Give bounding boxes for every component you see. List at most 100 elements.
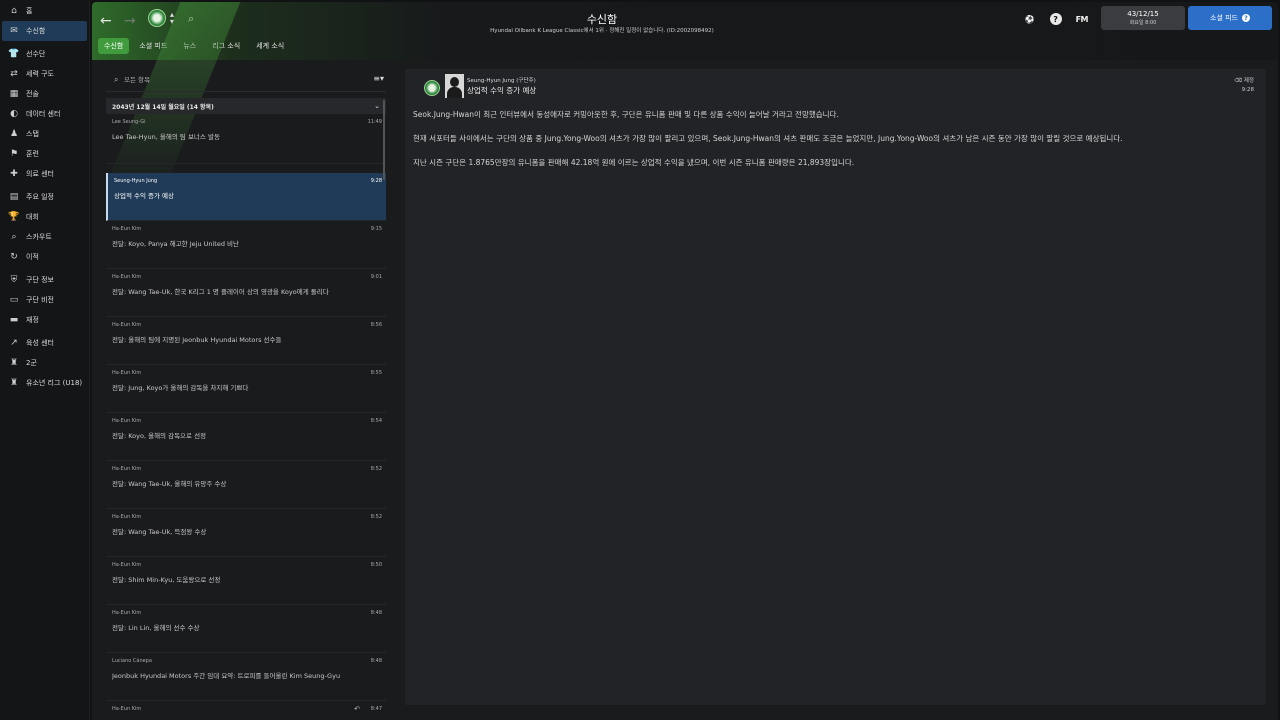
- date-group-header[interactable]: 2043년 12월 14일 월요일 (14 항목) ⌄: [106, 98, 386, 114]
- message-subject: 전달: Jung, Koyo가 올해의 감독을 차지해 기쁘다: [112, 384, 249, 392]
- sidebar: ⌂ 홈 ✉ 수신함 👕 선수단 ⇄ 세력 구도 ▦ 전술 ◐ 데이터 센터 ♟ 스탭 ⚑ 훈련 ✚ 의료 센터 ▤ 주…: [0, 0, 90, 720]
- reply-icon: ↶: [354, 705, 360, 713]
- social-feed-label: 소셜 피드: [1210, 14, 1238, 22]
- message-sender: Ha-Eun Kim: [112, 466, 142, 472]
- message-time: 8:50: [370, 562, 382, 568]
- sidebar-item[interactable]: ◐ 데이터 센터: [0, 104, 89, 124]
- sidebar-item-label: 재정: [26, 316, 39, 324]
- message-detail: Seung-Hyun Jung (구단주) 상업적 수익 증가 예상 ⌫ 제정 …: [405, 69, 1266, 705]
- sidebar-item[interactable]: ↗ 육성 센터: [0, 333, 89, 353]
- message-list-item[interactable]: Lee Seung-Gi 11:49 Lee Tae-Hyun, 올해의 팀 보너스…: [106, 114, 386, 164]
- medical-icon: ✚: [10, 169, 18, 179]
- inbox-list: ⌕ ≡▾ 2043년 12월 14일 월요일 (14 항목) ⌄ Lee Seu…: [106, 68, 386, 720]
- data-icon: ◐: [10, 109, 18, 119]
- body-paragraph: 지난 시즌 구단은 1.8765만장의 유니폼을 판매해 42.18억 원에 이…: [413, 158, 855, 167]
- tab[interactable]: 뉴스: [177, 38, 202, 54]
- social-feed-button[interactable]: 소셜 피드 ?: [1188, 6, 1272, 30]
- message-time: 8:48: [370, 610, 382, 616]
- message-time: 9:28: [1241, 87, 1254, 93]
- clipboard-icon: ▦: [9, 89, 19, 99]
- staff-icon: ♟: [9, 129, 19, 139]
- tab[interactable]: 리그 소식: [206, 38, 246, 54]
- message-list: Lee Seung-Gi 11:49 Lee Tae-Hyun, 올해의 팀 보너스…: [106, 114, 386, 720]
- inbox-tabs: 수신함 소셜 피드 뉴스 리그 소식 세계 소식: [98, 38, 290, 54]
- sidebar-item-label: 스카우트: [26, 233, 52, 241]
- sidebar-item[interactable]: ♜ 유소년 리그 (U18): [0, 373, 89, 393]
- sidebar-item[interactable]: ⇄ 세력 구도: [0, 64, 89, 84]
- sidebar-item-label: 세력 구도: [26, 70, 54, 78]
- tab[interactable]: 세계 소식: [250, 38, 290, 54]
- sidebar-item[interactable]: ⌂ 홈: [0, 1, 89, 21]
- message-subject: 전달: Koyo, 올해의 감독으로 선정: [112, 432, 207, 440]
- message-time: 8:47: [370, 706, 382, 712]
- message-list-item[interactable]: Ha-Eun Kim 8:54 전달: Koyo, 올해의 감독으로 선정: [106, 413, 386, 461]
- sender-avatar[interactable]: [445, 74, 464, 98]
- message-sender: Ha-Eun Kim: [112, 514, 142, 520]
- sidebar-item-label: 의료 센터: [26, 170, 54, 178]
- sidebar-item[interactable]: ▤ 주요 일정: [0, 187, 89, 207]
- sidebar-item[interactable]: ▦ 전술: [0, 84, 89, 104]
- message-time: 11:49: [367, 119, 382, 125]
- calendar-icon: ▤: [9, 192, 19, 202]
- message-sender: Ha-Eun Kim: [112, 610, 142, 616]
- message-sender: Ha-Eun Kim: [112, 418, 142, 424]
- date-box[interactable]: 43/12/15 화요일 8:00: [1101, 6, 1185, 30]
- chevron-down-icon[interactable]: ⌄: [374, 102, 380, 110]
- message-sender: Ha-Eun Kim: [112, 562, 142, 568]
- vision-icon: ▭: [9, 295, 19, 305]
- development-icon: ↗: [10, 338, 18, 348]
- page-subtitle: Hyundai Oilbank K League Classic에서 1위 · …: [490, 28, 714, 34]
- sidebar-item[interactable]: ↻ 이적: [0, 247, 89, 267]
- message-sender[interactable]: Seung-Hyun Jung (구단주): [467, 76, 536, 84]
- header: ← → ▴ ▾ ⌕ 수신함 Hyundai Oilbank K League Cl…: [92, 2, 1278, 60]
- fm-logo[interactable]: FM: [1076, 15, 1089, 24]
- message-list-item[interactable]: Ha-Eun Kim 9:15 전달: Koyo, Panya 해고한 Jeju U…: [106, 221, 386, 269]
- message-list-item[interactable]: Seung-Hyun Jung 9:28 상업적 수익 증가 예상: [106, 173, 386, 221]
- delete-button[interactable]: ⌫ 제정: [1234, 76, 1254, 84]
- message-list-item[interactable]: Ha-Eun Kim 8:55 전달: Jung, Koyo가 올해의 감독을 차지…: [106, 365, 386, 413]
- scout-icon: ⌕: [11, 232, 17, 242]
- sidebar-item[interactable]: ⌕ 스카우트: [0, 227, 89, 247]
- sidebar-item[interactable]: ✚ 의료 센터: [0, 164, 89, 184]
- message-time: 8:52: [370, 466, 382, 472]
- tab[interactable]: 수신함: [98, 38, 130, 54]
- sidebar-item[interactable]: ▬ 재정: [0, 310, 89, 330]
- message-subject: 상업적 수익 증가 예상: [467, 86, 537, 95]
- sidebar-item[interactable]: ⛨ 구단 정보: [0, 270, 89, 290]
- training-icon: ⚑: [9, 149, 19, 159]
- help-icon[interactable]: ?: [1049, 13, 1062, 25]
- tab[interactable]: 소셜 피드: [133, 38, 173, 54]
- inbox-scrollbar[interactable]: [383, 100, 385, 180]
- message-list-item[interactable]: Ha-Eun Kim 8:48 전달: Lin Lin, 올해의 선수 수상: [106, 605, 386, 653]
- club-crest-icon[interactable]: ⚽: [1024, 13, 1036, 25]
- body-paragraph: 현재 서포터들 사이에서는 구단의 상품 중 Jung.Yong-Woo의 셔츠…: [413, 134, 1123, 143]
- message-subject: 전달: 올해의 팀에 지명된 Jeonbuk Hyundai Motors 선수…: [112, 336, 282, 344]
- message-sender: Lee Seung-Gi: [112, 119, 146, 125]
- message-subject: 전달: Koyo, Panya 해고한 Jeju United 비난: [112, 240, 240, 248]
- message-subject: Jeonbuk Hyundai Motors 주간 임대 요약: 트로피를 들어…: [112, 672, 341, 680]
- sidebar-item-label: 육성 센터: [26, 339, 54, 347]
- sidebar-item-label: 전술: [26, 90, 39, 98]
- club-logo: [424, 80, 440, 96]
- message-list-item[interactable]: Ha-Eun Kim 8:50 전달: Shim Min-Kyu, 도움왕으로 선정: [106, 557, 386, 605]
- sidebar-item[interactable]: ▭ 구단 비전: [0, 290, 89, 310]
- sidebar-item[interactable]: ⚑ 훈련: [0, 144, 89, 164]
- club-info-icon: ⛨: [10, 275, 18, 285]
- message-time: 8:54: [370, 418, 382, 424]
- sidebar-item[interactable]: 🏆 대회: [0, 207, 89, 227]
- filter-menu-icon[interactable]: ≡▾: [373, 74, 384, 83]
- sidebar-item[interactable]: 👕 선수단: [0, 44, 89, 64]
- message-list-item[interactable]: Luciano Cánepa 8:48 Jeonbuk Hyundai Motors…: [106, 653, 386, 701]
- sidebar-item[interactable]: ♜ 2군: [0, 353, 89, 373]
- info-icon: ?: [1242, 14, 1250, 22]
- message-list-item[interactable]: Ha-Eun Kim 8:52 전달: Wang Tae-Uk, 득점왕 수상: [106, 509, 386, 557]
- message-list-item[interactable]: Ha-Eun Kim 9:01 전달: Wang Tae-Uk, 한국 K리그 1 …: [106, 269, 386, 317]
- message-list-item[interactable]: Ha-Eun Kim 8:52 전달: Wang Tae-Uk, 올해의 유망주 수…: [106, 461, 386, 509]
- sidebar-item[interactable]: ✉ 수신함: [2, 21, 87, 41]
- sidebar-item-label: 이적: [26, 253, 39, 261]
- message-list-item[interactable]: Ha-Eun Kim 8:56 전달: 올해의 팀에 지명된 Jeonbuk Hyu…: [106, 317, 386, 365]
- message-list-item[interactable]: Ha-Eun Kim 8:47 ↶: [106, 701, 386, 720]
- message-sender: Ha-Eun Kim: [112, 274, 142, 280]
- inbox-search-input[interactable]: [124, 73, 344, 87]
- sidebar-item[interactable]: ♟ 스탭: [0, 124, 89, 144]
